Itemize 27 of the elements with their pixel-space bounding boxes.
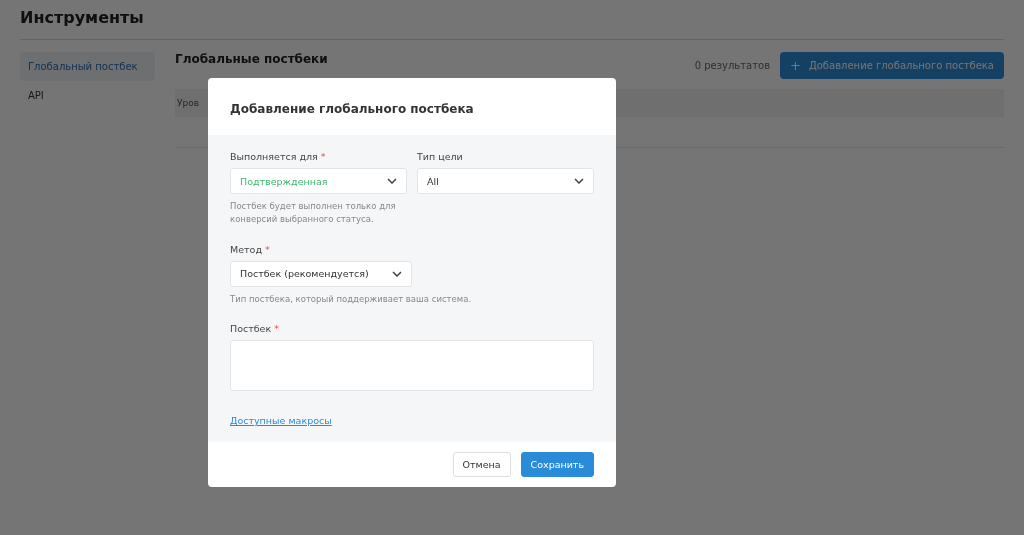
select-field[interactable]: Подтвержденная <box>230 168 407 194</box>
modal-title: Добавление глобального постбека <box>230 102 474 116</box>
sidebar-item[interactable]: API <box>20 81 155 110</box>
field-label: Тип цели <box>417 151 463 162</box>
select-field[interactable]: Постбек (рекомендуется) <box>230 260 412 287</box>
postback-input[interactable] <box>230 340 594 392</box>
required-mark: * <box>264 243 270 255</box>
required-mark: * <box>274 323 279 335</box>
cancel-button[interactable]: Отмена <box>452 452 511 478</box>
field-hint: Тип постбека, который поддерживает ваша система. <box>230 292 472 306</box>
field-hint: Постбек будет выполнен только для конверсий выбранного статуса. <box>230 200 397 226</box>
save-button[interactable]: Сохранить <box>520 452 594 478</box>
select-field[interactable]: All <box>417 168 594 194</box>
macros-link[interactable]: Доступные макросы <box>230 415 332 427</box>
chevron-down-icon <box>387 178 397 184</box>
column-header: Уров <box>176 98 199 108</box>
required-mark: * <box>320 151 326 162</box>
results-count: 0 результатов <box>694 60 771 71</box>
field-label: Выполняется для <box>230 151 318 162</box>
chevron-down-icon <box>392 270 402 277</box>
section-title: Глобальные постбеки <box>175 52 328 66</box>
sidebar-item[interactable]: Глобальный постбек <box>20 52 155 81</box>
add-postback-button[interactable]: + Добавление глобального постбека <box>780 52 1004 79</box>
field-label: Метод <box>230 243 262 255</box>
field-label: Постбек <box>230 323 272 335</box>
page-title: Инструменты <box>20 0 1004 40</box>
chevron-down-icon <box>574 178 584 184</box>
